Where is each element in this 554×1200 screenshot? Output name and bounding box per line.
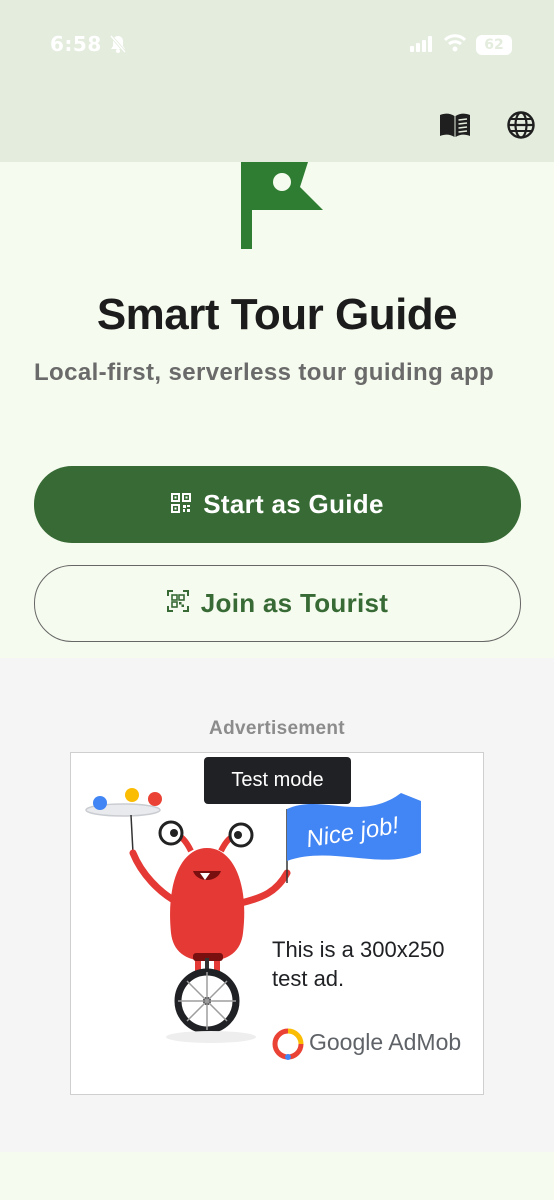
admob-brand: Google AdMob (271, 1029, 461, 1056)
qr-scan-icon (166, 588, 189, 619)
bell-off-icon (108, 34, 128, 59)
admob-brand-label: Google AdMob (309, 1029, 462, 1055)
hero-section: Smart Tour Guide Local-first, serverless… (0, 162, 554, 658)
join-as-tourist-button[interactable]: Join as Tourist (34, 565, 521, 642)
page-title: Smart Tour Guide (96, 290, 458, 339)
book-icon[interactable] (439, 110, 471, 140)
status-time: 6:58 (50, 32, 102, 56)
advertisement-label: Advertisement (209, 718, 345, 739)
app-header: 6:58 62 (0, 0, 554, 162)
qr-code-icon (171, 489, 192, 520)
ad-body-line-2: test ad. (272, 966, 345, 991)
ad-banner[interactable]: Nice job! Test mode This is a 300x250 te… (70, 752, 484, 1095)
battery-indicator: 62 (476, 35, 512, 55)
test-mode-badge: Test mode (204, 757, 351, 804)
join-as-tourist-label: Join as Tourist (200, 588, 389, 618)
wifi-icon (443, 34, 467, 57)
bottom-strip (0, 1152, 554, 1200)
ad-body-line-1: This is a 300x250 (272, 937, 445, 962)
start-as-guide-label: Start as Guide (203, 489, 384, 519)
signal-icon (410, 36, 436, 57)
page-subtitle: Local-first, serverless tour guiding app (34, 359, 495, 386)
status-bar: 6:58 62 (0, 30, 554, 62)
flag-logo-icon (236, 162, 326, 257)
globe-icon[interactable] (505, 110, 537, 140)
ad-body-text: This is a 300x250 test ad. (272, 935, 444, 993)
start-as-guide-button[interactable]: Start as Guide (34, 466, 521, 543)
